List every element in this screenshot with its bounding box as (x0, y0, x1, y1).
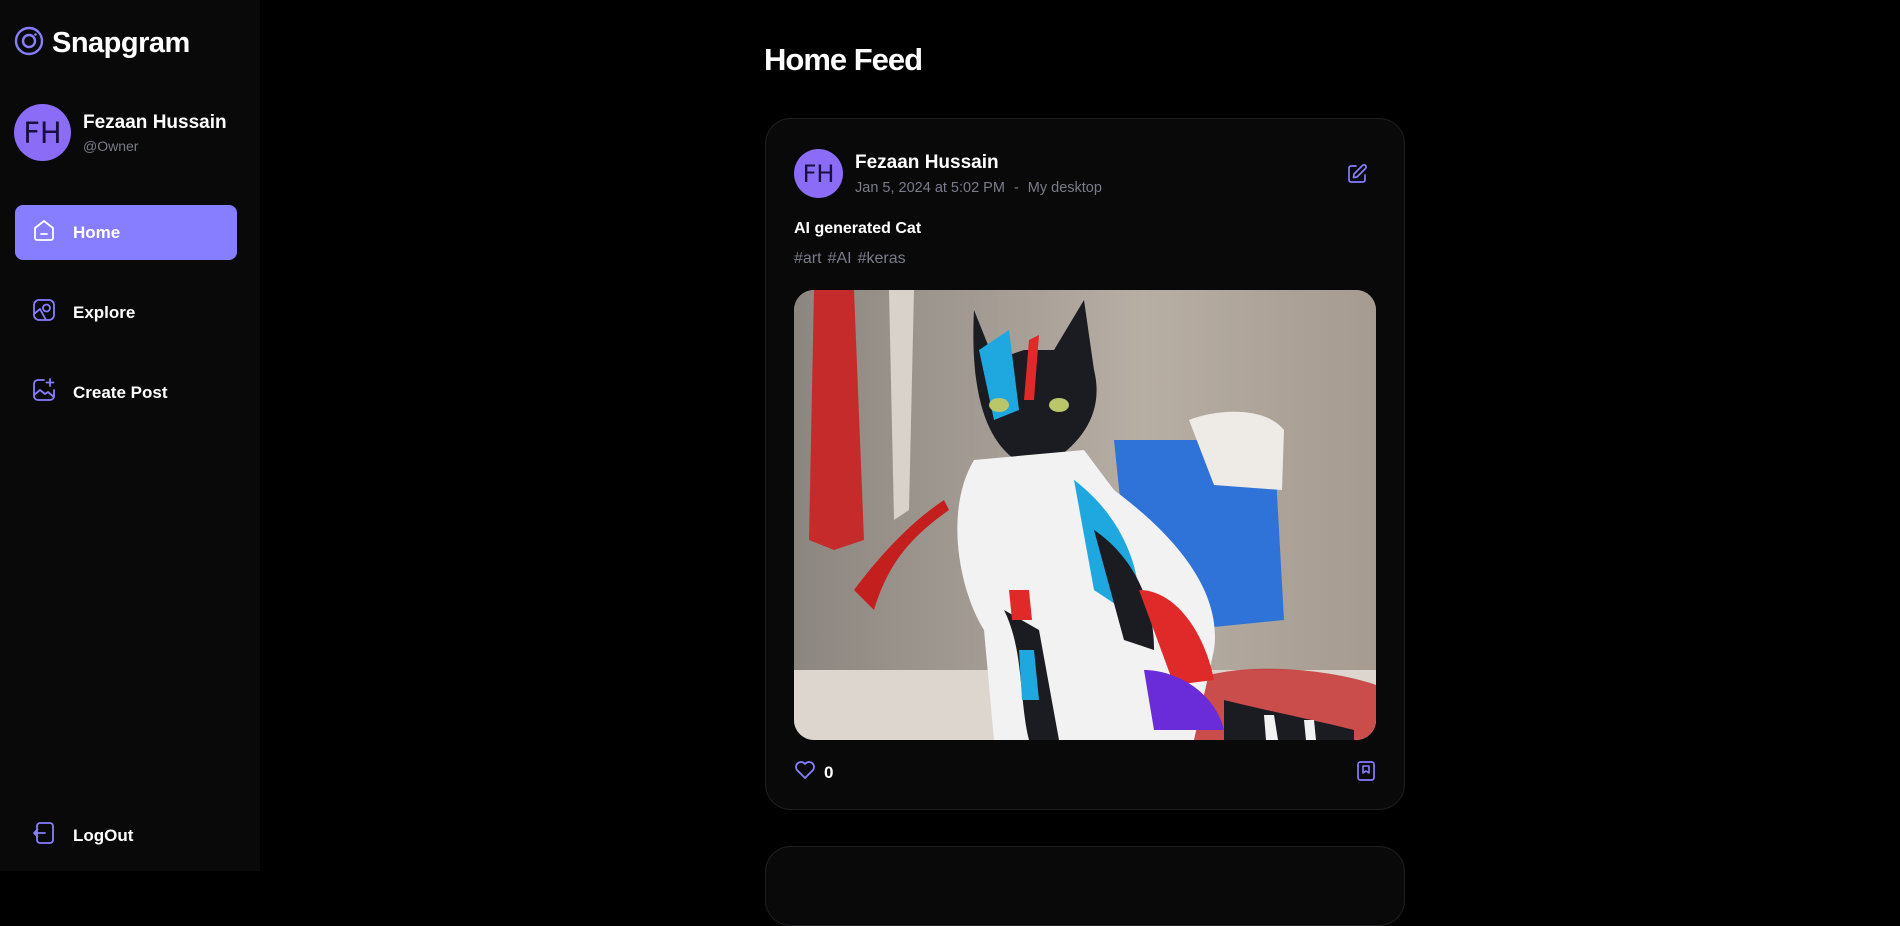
heart-icon (794, 760, 816, 785)
logout-button[interactable]: LogOut (15, 808, 237, 863)
sidebar-item-explore[interactable]: Explore (15, 285, 237, 340)
post-tags: #art #AI #keras (794, 250, 906, 268)
app-name: Snapgram (52, 27, 190, 59)
profile-name: Fezaan Hussain (83, 111, 227, 133)
explore-icon (31, 297, 57, 328)
create-post-icon (31, 377, 57, 408)
post-card (765, 846, 1405, 926)
edit-icon[interactable] (1346, 163, 1368, 190)
sidebar: Snapgram FH Fezaan Hussain @Owner Home E… (0, 0, 260, 871)
logout-icon (31, 820, 57, 851)
like-count: 0 (824, 762, 834, 782)
bookmark-icon[interactable] (1356, 760, 1376, 787)
avatar: FH (14, 104, 71, 161)
sidebar-item-label: LogOut (73, 825, 134, 845)
post-image[interactable] (794, 290, 1376, 740)
post-author-name[interactable]: Fezaan Hussain (855, 152, 1102, 174)
home-icon (31, 217, 57, 248)
sidebar-item-label: Create Post (73, 382, 168, 402)
sidebar-item-label: Home (73, 222, 121, 242)
post-location: My desktop (1027, 179, 1102, 196)
sidebar-item-home[interactable]: Home (15, 205, 237, 260)
post-card: FH Fezaan Hussain Jan 5, 2024 at 5:02 PM… (765, 118, 1405, 810)
post-tag[interactable]: #art (794, 250, 822, 268)
app-logo[interactable]: Snapgram (14, 26, 190, 61)
post-header: FH Fezaan Hussain Jan 5, 2024 at 5:02 PM… (794, 149, 1102, 198)
post-date: Jan 5, 2024 at 5:02 PM (855, 179, 1005, 196)
profile-summary[interactable]: FH Fezaan Hussain @Owner (14, 104, 227, 161)
post-author-avatar[interactable]: FH (794, 149, 843, 198)
post-tag[interactable]: #keras (858, 250, 906, 268)
sidebar-item-label: Explore (73, 302, 136, 322)
sidebar-item-create-post[interactable]: Create Post (15, 365, 237, 420)
logo-icon (14, 26, 44, 61)
like-button[interactable]: 0 (794, 760, 833, 785)
post-caption: AI generated Cat (794, 220, 922, 237)
meta-separator: - (1013, 179, 1019, 196)
page-title: Home Feed (764, 42, 923, 77)
profile-handle: @Owner (83, 137, 139, 154)
post-tag[interactable]: #AI (828, 250, 852, 268)
post-meta: Jan 5, 2024 at 5:02 PM - My desktop (855, 180, 1102, 196)
